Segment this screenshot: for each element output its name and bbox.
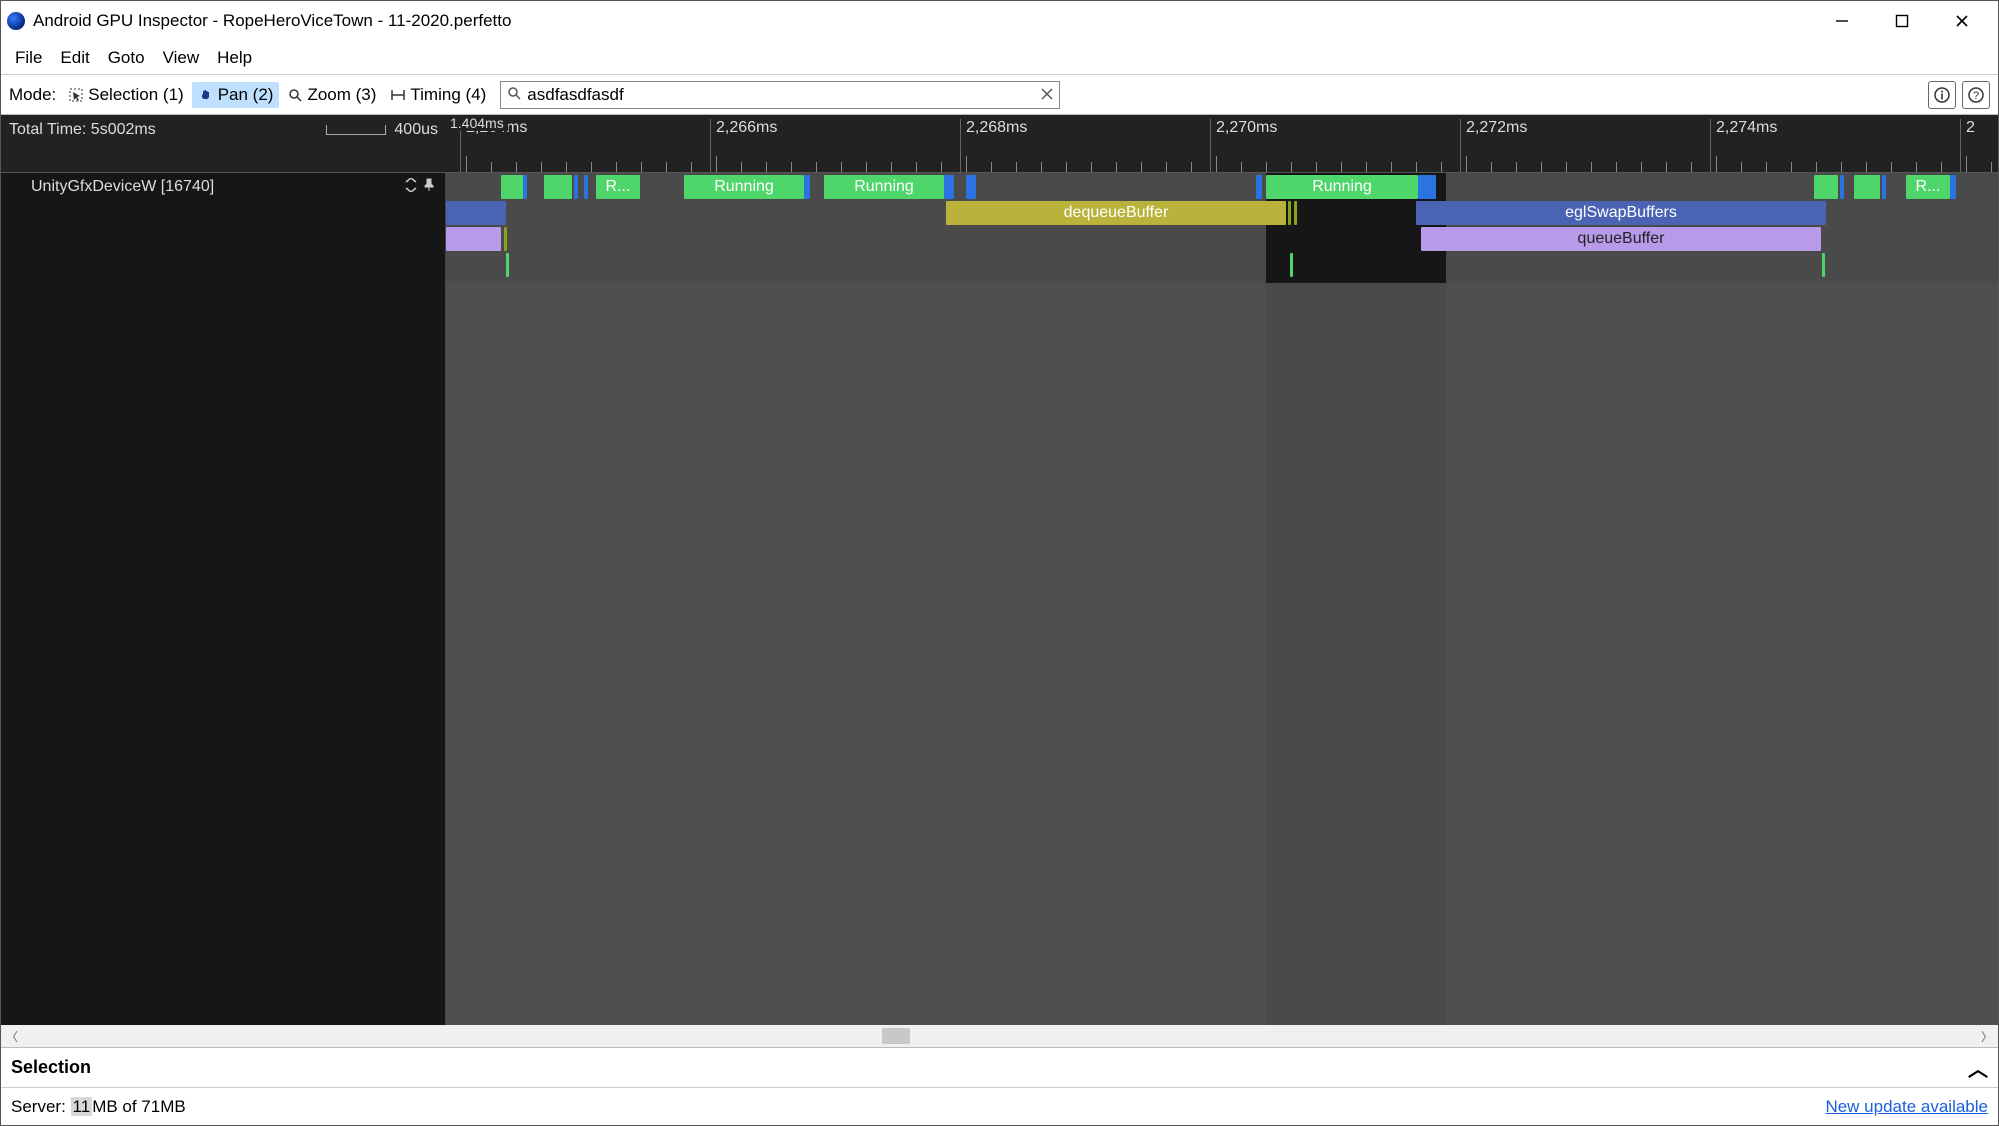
close-button[interactable] <box>1932 1 1992 41</box>
update-available-link[interactable]: New update available <box>1825 1097 1988 1117</box>
mode-pan[interactable]: Pan (2) <box>192 82 280 108</box>
pan-icon <box>198 87 214 103</box>
scroll-thumb[interactable] <box>882 1028 910 1044</box>
ruler-tick: 2,268ms <box>966 119 1027 137</box>
timeline-event[interactable] <box>1814 175 1838 199</box>
timeline-event[interactable] <box>1950 175 1956 199</box>
event-eglswapbuffers[interactable]: eglSwapBuffers <box>1416 201 1826 225</box>
tracks-area[interactable]: R... Running Running Running R... dequeueBuff… <box>446 173 1998 1025</box>
ruler-tick: 2,270ms <box>1216 119 1277 137</box>
zoom-icon <box>287 87 303 103</box>
selection-panel-header[interactable]: Selection ︿ <box>1 1047 1998 1087</box>
timeline-event[interactable] <box>1294 201 1297 225</box>
scroll-right-icon[interactable]: 〉 <box>1976 1025 1998 1047</box>
pin-icon[interactable] <box>423 178 435 197</box>
mode-selection-label: Selection (1) <box>88 85 183 105</box>
maximize-button[interactable] <box>1872 1 1932 41</box>
timeline-event[interactable] <box>1256 175 1262 199</box>
event-running[interactable] <box>501 175 523 199</box>
chevron-up-icon[interactable]: ︿ <box>1968 1053 1988 1082</box>
search-icon <box>507 86 521 103</box>
mode-zoom[interactable]: Zoom (3) <box>281 82 382 108</box>
event-running[interactable]: Running <box>824 175 944 199</box>
mode-label: Mode: <box>9 85 56 105</box>
mode-zoom-label: Zoom (3) <box>307 85 376 105</box>
event-running[interactable]: Running <box>684 175 804 199</box>
menu-bar: File Edit Goto View Help <box>1 41 1998 75</box>
menu-view[interactable]: View <box>155 44 208 72</box>
timeline-event[interactable] <box>1418 175 1436 199</box>
window-title: Android GPU Inspector - RopeHeroViceTown… <box>33 11 511 31</box>
app-window: Android GPU Inspector - RopeHeroViceTown… <box>0 0 1999 1126</box>
help-button[interactable]: ? <box>1962 81 1990 109</box>
timeline-event[interactable] <box>504 227 507 251</box>
timeline-event[interactable] <box>584 175 588 199</box>
timeline-event[interactable] <box>1288 201 1291 225</box>
timeline-event[interactable] <box>966 175 976 199</box>
menu-goto[interactable]: Goto <box>100 44 153 72</box>
title-bar: Android GPU Inspector - RopeHeroViceTown… <box>1 1 1998 41</box>
server-memory: Server: 11MB of 71MB <box>11 1097 186 1117</box>
event-running[interactable]: Running <box>1266 175 1418 199</box>
search-field[interactable] <box>500 81 1060 109</box>
total-time-label: Total Time: 5s002ms <box>9 121 156 139</box>
track-label-unity[interactable]: UnityGfxDeviceW [16740] <box>1 173 445 201</box>
mode-timing[interactable]: Timing (4) <box>384 82 492 108</box>
timeline-view[interactable]: Total Time: 5s002ms 400us 2,264ms2,266ms… <box>1 115 1998 1025</box>
event-queuebuffer[interactable]: queueBuffer <box>1421 227 1821 251</box>
ruler-tick: 2,274ms <box>1716 119 1777 137</box>
event-running[interactable]: R... <box>596 175 640 199</box>
horizontal-scrollbar[interactable]: 〈 〉 <box>1 1025 1998 1047</box>
selection-icon <box>68 87 84 103</box>
timeline-event[interactable] <box>944 175 954 199</box>
scroll-left-icon[interactable]: 〈 <box>1 1025 23 1047</box>
timeline-event[interactable] <box>446 227 501 251</box>
timeline-event[interactable] <box>804 175 810 199</box>
clear-search-icon[interactable] <box>1041 87 1053 103</box>
status-bar: Server: 11MB of 71MB New update availabl… <box>1 1087 1998 1125</box>
event-running[interactable]: R... <box>1906 175 1950 199</box>
event-dequeuebuffer[interactable]: dequeueBuffer <box>946 201 1286 225</box>
menu-help[interactable]: Help <box>209 44 260 72</box>
ruler-tick: 2,266ms <box>716 119 777 137</box>
mode-selection[interactable]: Selection (1) <box>62 82 189 108</box>
ruler-tick: 2 <box>1966 119 1975 137</box>
track-labels: UnityGfxDeviceW [16740] <box>1 173 446 1025</box>
timeline-ruler: Total Time: 5s002ms 400us 2,264ms2,266ms… <box>1 115 1998 173</box>
track-name: UnityGfxDeviceW [16740] <box>31 178 214 196</box>
timeline-event[interactable] <box>1822 253 1825 277</box>
menu-file[interactable]: File <box>7 44 50 72</box>
timeline-event[interactable] <box>1840 175 1844 199</box>
app-icon <box>7 12 25 30</box>
selection-panel-title: Selection <box>11 1057 91 1078</box>
toolbar: Mode: Selection (1) Pan (2) Zoom (3) Tim… <box>1 75 1998 115</box>
svg-text:?: ? <box>1973 90 1979 102</box>
timing-icon <box>390 87 406 103</box>
scale-value: 400us <box>394 121 438 139</box>
timeline-event[interactable] <box>523 175 527 199</box>
timeline-event[interactable] <box>506 253 509 277</box>
timeline-event[interactable] <box>544 175 572 199</box>
menu-edit[interactable]: Edit <box>52 44 97 72</box>
collapse-icon[interactable] <box>405 178 417 197</box>
mode-pan-label: Pan (2) <box>218 85 274 105</box>
timeline-event[interactable] <box>574 175 578 199</box>
scale-indicator: 400us <box>326 121 438 139</box>
selection-duration: 1.404ms <box>446 115 508 131</box>
ruler-tick: 2,272ms <box>1466 119 1527 137</box>
search-input[interactable] <box>501 82 1059 108</box>
timeline-event[interactable] <box>1854 175 1880 199</box>
timeline-event[interactable] <box>1290 253 1293 277</box>
timeline-event[interactable] <box>1882 175 1886 199</box>
info-button[interactable] <box>1928 81 1956 109</box>
minimize-button[interactable] <box>1812 1 1872 41</box>
timeline-event[interactable] <box>446 201 506 225</box>
mode-timing-label: Timing (4) <box>410 85 486 105</box>
